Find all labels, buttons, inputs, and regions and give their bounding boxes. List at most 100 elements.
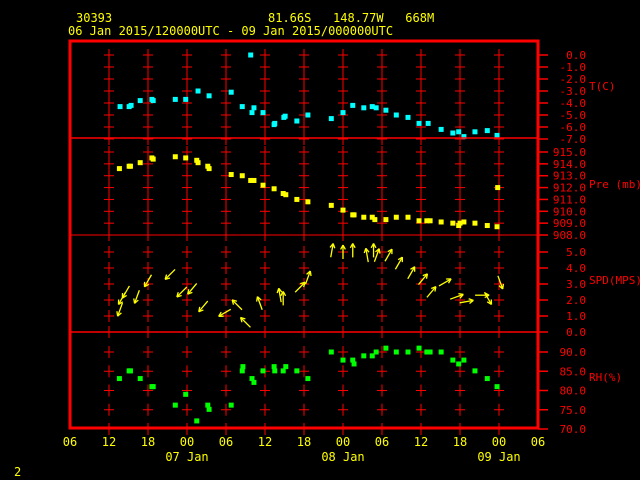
x-tick-label: 12 [258, 435, 272, 449]
temperature-point [183, 96, 189, 102]
wind-arrow [363, 247, 370, 263]
x-tick-label: 06 [63, 435, 77, 449]
pressure-point [260, 182, 266, 188]
y-tick-label: 908.0 [553, 229, 586, 242]
temperature-point [416, 120, 422, 126]
y-tick-label: 1.0 [566, 310, 586, 323]
pressure-point [195, 160, 201, 166]
temperature-point [228, 89, 234, 95]
station-location: 81.66S 148.77W 668M [268, 11, 434, 25]
x-tick-label: 12 [414, 435, 428, 449]
pressure-point [372, 217, 378, 223]
y-tick-label: 0.0 [566, 326, 586, 339]
humidity-point [251, 379, 257, 385]
wind-arrow-head [133, 298, 136, 304]
temperature-point [328, 116, 334, 122]
temperature-point [361, 105, 367, 111]
humidity-point [393, 349, 399, 355]
temperature-point [251, 105, 257, 111]
y-tick-label: 75.0 [560, 404, 587, 417]
y-tick-label: 2.0 [566, 294, 586, 307]
pressure-point [239, 173, 245, 179]
pressure-point [361, 214, 367, 220]
pressure-point [461, 219, 467, 225]
pressure-point [116, 166, 122, 172]
wind-arrow [459, 298, 474, 305]
pressure-point [137, 160, 143, 166]
x-date-label: 09 Jan [477, 450, 520, 464]
pressure-point [484, 223, 490, 229]
humidity-point [416, 345, 422, 351]
wind-arrow [164, 268, 176, 280]
humidity-point [260, 368, 266, 374]
humidity-point [328, 349, 334, 355]
humidity-point [456, 361, 462, 367]
pressure-point [405, 214, 411, 220]
humidity-point [206, 406, 212, 412]
humidity-point [194, 418, 200, 424]
humidity-point [351, 361, 357, 367]
temperature-point [260, 110, 266, 116]
temperature-point [438, 126, 444, 132]
wind-arrow-head [116, 311, 119, 317]
temperature-point [150, 98, 156, 104]
temperature-point [248, 52, 254, 58]
wind-arrow-head [378, 248, 381, 254]
grid [104, 49, 504, 435]
pressure-point [183, 155, 189, 161]
temperature-point [272, 120, 278, 126]
wind-arrow [426, 286, 437, 298]
temperature-point [456, 129, 462, 135]
temperature-point [405, 114, 411, 120]
wind-arrow [407, 266, 416, 280]
wind-arrow [176, 286, 188, 298]
pressure-point [294, 196, 300, 202]
page-number: 2 [14, 465, 21, 479]
pressure-point [127, 163, 133, 169]
y-tick-label: 3.0 [566, 278, 586, 291]
wind-arrow [133, 289, 140, 304]
humidity-point [272, 368, 278, 374]
wind-arrow-head [332, 243, 336, 249]
wind-arrow-head [309, 270, 312, 277]
wind-arrow [373, 248, 381, 263]
wind-arrow-shaft [240, 316, 251, 328]
humidity-point [373, 349, 379, 355]
temperature-point [172, 96, 178, 102]
y-tick-label: 70.0 [560, 423, 587, 436]
y-tick-label: 80.0 [560, 385, 587, 398]
y-tick-label: 5.0 [566, 246, 586, 259]
temperature-point [206, 93, 212, 99]
pressure-point [472, 220, 478, 226]
humidity-point [427, 349, 433, 355]
pressure-point [206, 166, 212, 172]
wind-arrow [239, 316, 251, 328]
humidity-point [472, 368, 478, 374]
humidity-point [494, 384, 500, 390]
pressure-point [228, 172, 234, 178]
humidity-point [305, 376, 311, 382]
temperature-point [472, 129, 478, 135]
wind-arrow [370, 243, 377, 258]
humidity-point [172, 402, 178, 408]
temperature-point [195, 88, 201, 94]
temperature-axis-label: T(C) [589, 80, 616, 93]
wind-arrow [280, 291, 287, 306]
weather-station-plot: 30393 81.66S 148.77W 668M 06 Jan 2015/12… [14, 11, 640, 479]
temperature-point [294, 118, 300, 124]
wind-arrow [449, 293, 464, 300]
data-marks [116, 52, 505, 424]
pressure-point [393, 214, 399, 220]
humidity-point [340, 357, 346, 363]
wind-arrow [218, 308, 232, 317]
temperature-point [249, 110, 255, 116]
axes: 0.0-1.0-2.0-3.0-4.0-5.0-6.0-7.0T(C)915.0… [63, 49, 640, 464]
x-tick-label: 18 [141, 435, 155, 449]
y-tick-label: 4.0 [566, 262, 586, 275]
wind-arrow [121, 285, 130, 299]
wind-arrow [329, 243, 336, 258]
x-tick-label: 00 [180, 435, 194, 449]
temperature-point [494, 132, 500, 138]
temperature-point [373, 105, 379, 111]
wind-arrow [187, 283, 198, 295]
